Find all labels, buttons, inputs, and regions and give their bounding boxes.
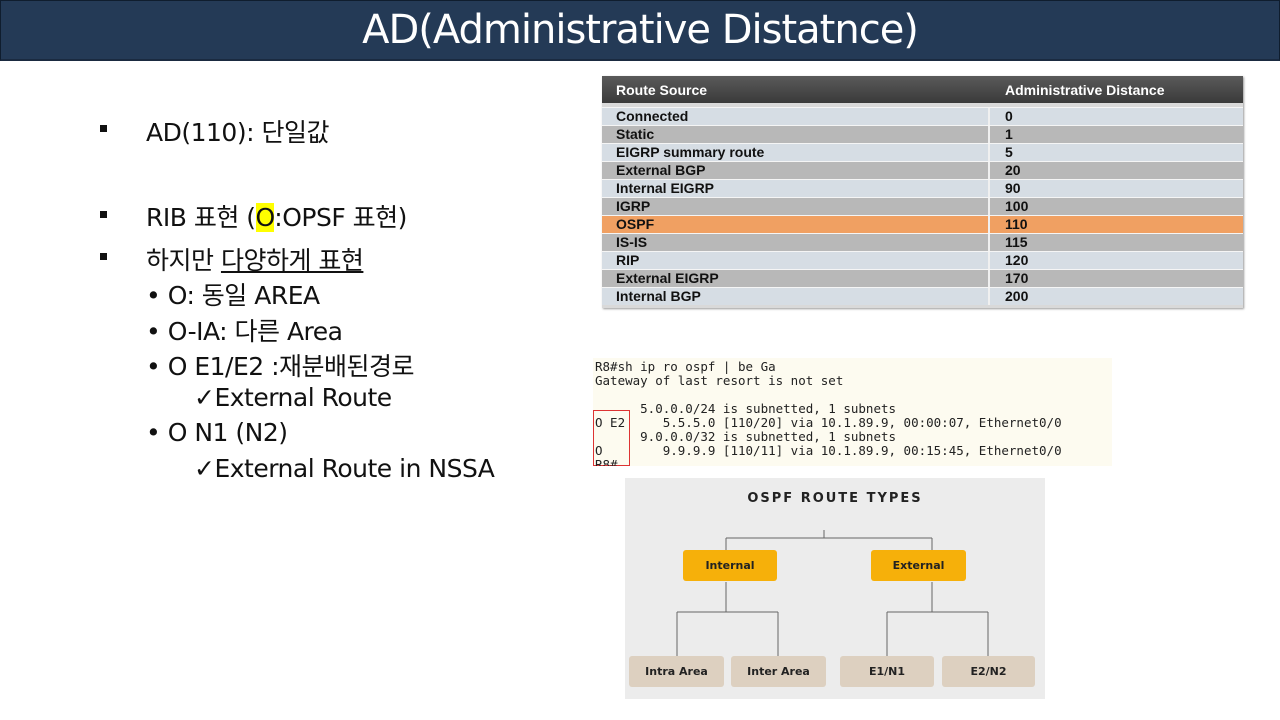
bullet-list: AD(110): 단일값 RIB 표현 (O:OPSF 표현) 하지만 다양하게… [0, 0, 600, 720]
route-source-cell: RIP [616, 252, 640, 268]
terminal-line: R8#sh ip ro ospf | be Ga [595, 359, 776, 374]
ad-table-row: Internal EIGRP 90 [602, 179, 1243, 197]
admin-distance-cell: 0 [1005, 108, 1013, 124]
column-separator [988, 234, 990, 251]
column-separator [988, 180, 990, 197]
admin-distance-cell: 200 [1005, 288, 1029, 304]
column-separator [988, 144, 990, 161]
ospf-route-types-diagram: OSPF ROUTE TYPES Internal External Intra… [625, 478, 1045, 699]
sub-o-text: O: 동일 AREA [167, 281, 320, 310]
ad-table-header: Route Source Administrative Distance [602, 76, 1243, 103]
column-separator [988, 126, 990, 143]
terminal-line: O 9.9.9.9 [110/11] via 10.1.89.9, 00:15:… [595, 443, 1062, 458]
route-source-cell: OSPF [616, 216, 655, 232]
ad-table-row: External EIGRP 170 [602, 269, 1243, 287]
inter-area-node: Inter Area [731, 656, 826, 687]
admin-distance-cell: 20 [1005, 162, 1021, 178]
admin-distance-cell: 110 [1005, 216, 1028, 232]
column-separator [988, 216, 990, 233]
sub-oe-text: O E1/E2 :재분배된경로 [167, 352, 415, 381]
column-separator [988, 162, 990, 179]
ad-table-row: Connected 0 [602, 107, 1243, 125]
dot-bullet-icon: • [146, 352, 161, 381]
route-source-cell: Static [616, 126, 655, 142]
dot-bullet-icon: • [146, 418, 161, 447]
sub-oia-text: O-IA: 다른 Area [167, 317, 343, 346]
admin-distance-cell: 1 [1005, 126, 1013, 142]
route-source-cell: EIGRP summary route [616, 144, 765, 160]
column-separator [988, 198, 990, 215]
ad-table-row: External BGP 20 [602, 161, 1243, 179]
admin-distance-cell: 115 [1005, 234, 1028, 250]
dot-bullet-icon: • [146, 281, 161, 310]
sub-on-text: O N1 (N2) [167, 418, 288, 447]
e2-n2-node: E2/N2 [942, 656, 1035, 687]
route-source-cell: Internal BGP [616, 288, 701, 304]
ad-table-row: IGRP 100 [602, 197, 1243, 215]
admin-distance-cell: 120 [1005, 252, 1029, 268]
rib-prefix: RIB 표현 ( [146, 203, 256, 232]
ad-table-row: EIGRP summary route 5 [602, 143, 1243, 161]
square-bullet-icon [100, 125, 107, 132]
rib-highlight: O [255, 203, 275, 232]
admin-distance-cell: 100 [1005, 198, 1029, 214]
bullet-rib: RIB 표현 (O:OPSF 표현) [146, 198, 407, 234]
route-source-cell: External EIGRP [616, 270, 719, 286]
column-separator [988, 108, 990, 125]
column-separator [988, 270, 990, 287]
bullet-ad-value: AD(110): 단일값 [146, 118, 329, 147]
route-source-cell: Internal EIGRP [616, 180, 715, 196]
internal-node: Internal [683, 550, 777, 581]
dot-bullet-icon: • [146, 317, 161, 346]
admin-distance-cell: 5 [1005, 144, 1013, 160]
ad-table-row: OSPF 110 [602, 215, 1243, 233]
sub-bullet-oia: • O-IA: 다른 Area [146, 312, 343, 348]
ad-table: Route Source Administrative Distance Con… [602, 76, 1243, 308]
terminal-line: 9.0.0.0/32 is subnetted, 1 subnets [595, 429, 897, 444]
sub-bullet-oe: • O E1/E2 :재분배된경로 [146, 347, 415, 383]
column-separator [988, 252, 990, 269]
admin-distance-cell: 170 [1005, 270, 1029, 286]
ad-table-row: Internal BGP 200 [602, 287, 1243, 305]
terminal-line: Gateway of last resort is not set [595, 373, 844, 388]
bullet-however: 하지만 다양하게 표현 [146, 241, 364, 277]
however-prefix: 하지만 [146, 246, 221, 275]
external-node: External [871, 550, 966, 581]
ad-table-row: RIP 120 [602, 251, 1243, 269]
header-admin-distance: Administrative Distance [1005, 82, 1165, 98]
column-separator [988, 288, 990, 305]
header-route-source: Route Source [616, 82, 708, 98]
check-external-nssa: ✓External Route in NSSA [194, 454, 495, 483]
admin-distance-cell: 90 [1005, 180, 1021, 196]
terminal-output: R8#sh ip ro ospf | be Ga Gateway of last… [593, 358, 1112, 466]
route-source-cell: IS-IS [616, 234, 648, 250]
check-external-route: ✓External Route [194, 383, 392, 412]
rib-suffix: :OPSF 표현) [274, 203, 407, 232]
square-bullet-icon [100, 253, 107, 260]
route-source-cell: IGRP [616, 198, 651, 214]
however-underlined: 다양하게 표현 [220, 246, 364, 275]
terminal-line: O E2 5.5.5.0 [110/20] via 10.1.89.9, 00:… [595, 415, 1062, 430]
sub-bullet-on: • O N1 (N2) [146, 418, 288, 447]
square-bullet-icon [100, 211, 107, 218]
ad-table-row: IS-IS 115 [602, 233, 1243, 251]
route-source-cell: External BGP [616, 162, 706, 178]
sub-bullet-o: • O: 동일 AREA [146, 276, 320, 312]
route-source-cell: Connected [616, 108, 689, 124]
terminal-line: 5.0.0.0/24 is subnetted, 1 subnets [595, 401, 897, 416]
e1-n1-node: E1/N1 [840, 656, 934, 687]
intra-area-node: Intra Area [629, 656, 724, 687]
terminal-line: R8# [595, 457, 618, 467]
ad-table-row: Static 1 [602, 125, 1243, 143]
